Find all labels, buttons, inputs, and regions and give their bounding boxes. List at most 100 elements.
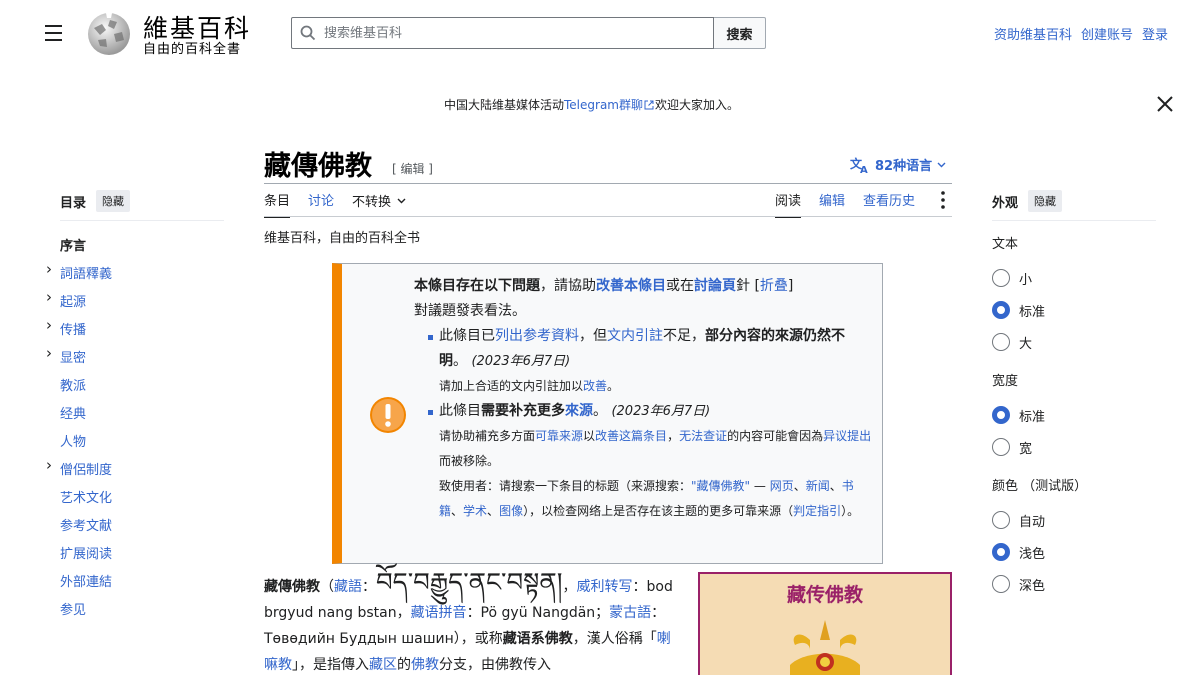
guideline-link[interactable]: 判定指引 xyxy=(793,504,841,518)
chevron-right-icon[interactable]: › xyxy=(46,316,52,334)
toc-item[interactable]: 参考文献 xyxy=(60,515,224,543)
infobox-title: 藏传佛教 xyxy=(786,584,863,606)
tibetan-language-link[interactable]: 藏語 xyxy=(334,579,362,595)
site-subtitle: 维基百科，自由的百科全书 xyxy=(264,231,421,246)
search-scholar-link[interactable]: 学术 xyxy=(463,504,487,518)
chevron-right-icon[interactable]: › xyxy=(46,344,52,362)
verifiability-link[interactable]: 无法查证 xyxy=(679,429,727,443)
donate-link[interactable]: 资助维基百科 xyxy=(994,24,1072,43)
radio-checked[interactable] xyxy=(992,543,1010,561)
user-links: 资助维基百科 创建账号 登录 xyxy=(994,24,1168,43)
issue-search-note: 致使用者：请搜索一下条目的标题（来源搜索："藏傳佛教" — 网页、新闻、书籍、学… xyxy=(439,479,859,518)
radio-checked[interactable] xyxy=(992,406,1010,424)
improve-article-link-2[interactable]: 改善这篇条目 xyxy=(595,429,667,443)
issue-note-text: 、 xyxy=(829,479,842,493)
tab-article[interactable]: 条目 xyxy=(264,190,291,218)
issue-note-text: ），以检查网络上是否存在该主题的更多可靠来源（ xyxy=(523,504,794,518)
toc-item[interactable]: › 显密 xyxy=(46,344,224,375)
appearance-option[interactable]: 大 xyxy=(992,326,1156,358)
wylie-link[interactable]: 威利转写 xyxy=(577,579,633,595)
chevron-right-icon[interactable]: › xyxy=(46,288,52,306)
buddhism-link[interactable]: 佛教 xyxy=(411,657,439,673)
main-menu-button[interactable] xyxy=(40,20,68,46)
challenge-link[interactable]: 异议提出 xyxy=(823,429,871,443)
chevron-right-icon[interactable]: › xyxy=(46,456,52,474)
inline-citation-link[interactable]: 文内引註 xyxy=(607,328,663,344)
toc-item[interactable]: 人物 xyxy=(60,431,224,459)
radio-checked[interactable] xyxy=(992,301,1010,319)
issue-text: ，但 xyxy=(579,328,607,344)
login-link[interactable]: 登录 xyxy=(1142,24,1168,43)
radio-unchecked[interactable] xyxy=(992,333,1010,351)
issue-note-text: 、 xyxy=(451,504,464,518)
toc-header: 目录 隐藏 xyxy=(60,190,224,221)
mongolian-link[interactable]: 蒙古語 xyxy=(609,605,651,621)
chevron-right-icon[interactable]: › xyxy=(46,260,52,278)
appearance-hide-button[interactable]: 隐藏 xyxy=(1028,190,1063,212)
search-web-link[interactable]: 网页 xyxy=(770,479,794,493)
collapse-link[interactable]: 折叠 xyxy=(760,278,788,294)
search-news-link[interactable]: 新闻 xyxy=(806,479,830,493)
talk-page-link[interactable]: 討論頁 xyxy=(694,278,736,294)
variant-dropdown[interactable]: 不转换 xyxy=(352,190,406,218)
collapse-toggle[interactable]: [折叠] xyxy=(750,278,793,294)
toc-item[interactable]: 教派 xyxy=(60,375,224,403)
create-account-link[interactable]: 创建账号 xyxy=(1081,24,1133,43)
toc-item[interactable]: 序言 xyxy=(60,235,224,263)
close-icon[interactable] xyxy=(1156,95,1174,113)
issue-note-text: 以 xyxy=(583,429,596,443)
search-button[interactable]: 搜索 xyxy=(714,17,766,49)
tab-read[interactable]: 阅读 xyxy=(775,190,802,218)
toc-item[interactable]: 扩展阅读 xyxy=(60,543,224,571)
toc-item[interactable]: 经典 xyxy=(60,403,224,431)
toc-item[interactable]: › 起源 xyxy=(46,288,224,319)
issue-text: 。 xyxy=(453,353,467,369)
tibetan-pinyin-link[interactable]: 藏语拼音 xyxy=(411,605,467,621)
lead-text: ， xyxy=(562,579,577,595)
tab-edit[interactable]: 编辑 xyxy=(819,190,845,218)
tab-talk[interactable]: 讨论 xyxy=(308,190,334,218)
appearance-option[interactable]: 小 xyxy=(992,262,1156,294)
notice-telegram-link[interactable]: Telegram群聊 xyxy=(564,98,643,112)
sources-link[interactable]: 來源 xyxy=(565,403,593,419)
search-box[interactable] xyxy=(291,17,714,49)
toc-item[interactable]: › 传播 xyxy=(46,316,224,347)
appearance-option-label: 自动 xyxy=(1019,514,1046,530)
toc-item[interactable]: › 詞語釋義 xyxy=(46,260,224,291)
radio-unchecked[interactable] xyxy=(992,511,1010,529)
appearance-option-label: 深色 xyxy=(1019,578,1046,594)
appearance-option[interactable]: 宽 xyxy=(992,431,1156,463)
toc-item[interactable]: 参见 xyxy=(60,599,224,627)
reliable-sources-link[interactable]: 可靠来源 xyxy=(535,429,583,443)
search-title-link[interactable]: "藏傳佛教" xyxy=(691,479,750,493)
notice-intro-text: ，請協助 xyxy=(540,278,596,294)
radio-unchecked[interactable] xyxy=(992,575,1010,593)
radio-unchecked[interactable] xyxy=(992,438,1010,456)
appearance-option[interactable]: 自动 xyxy=(992,504,1156,536)
issue-note-text: 。 xyxy=(607,379,620,393)
search-input[interactable] xyxy=(324,25,684,41)
improve-link[interactable]: 改善 xyxy=(583,379,607,393)
radio-unchecked[interactable] xyxy=(992,269,1010,287)
dharma-symbol-image[interactable] xyxy=(750,610,900,675)
references-link[interactable]: 列出参考資料 xyxy=(495,328,579,344)
appearance-option[interactable]: 标准 xyxy=(992,294,1156,326)
toc-item[interactable]: 艺术文化 xyxy=(60,487,224,515)
appearance-option[interactable]: 深色 xyxy=(992,568,1156,600)
wikipedia-globe-logo[interactable] xyxy=(84,10,134,56)
toc-item-label: 教派 xyxy=(60,379,87,394)
edit-title-link[interactable]: [ 编辑 ] xyxy=(392,160,433,177)
toc-item[interactable]: 外部連結 xyxy=(60,571,224,599)
language-button[interactable]: 文A 82种语言 xyxy=(850,155,946,174)
search-images-link[interactable]: 图像 xyxy=(499,504,523,518)
issue-note-text: 请加上合适的文内引註加以 xyxy=(439,379,584,393)
improve-article-link[interactable]: 改善本條目 xyxy=(596,278,666,294)
toc-item[interactable]: › 僧侶制度 xyxy=(46,456,224,487)
appearance-option[interactable]: 浅色 xyxy=(992,536,1156,568)
tibetan-area-link[interactable]: 藏区 xyxy=(369,657,397,673)
toc-hide-button[interactable]: 隐藏 xyxy=(96,190,131,212)
issue-item-sources: 此條目需要补充更多來源。 (2023年6月7日) 请协助補充多方面可靠来源以改善… xyxy=(414,399,874,524)
appearance-option[interactable]: 标准 xyxy=(992,399,1156,431)
more-options-icon[interactable] xyxy=(937,190,949,210)
tab-history[interactable]: 查看历史 xyxy=(863,190,915,218)
